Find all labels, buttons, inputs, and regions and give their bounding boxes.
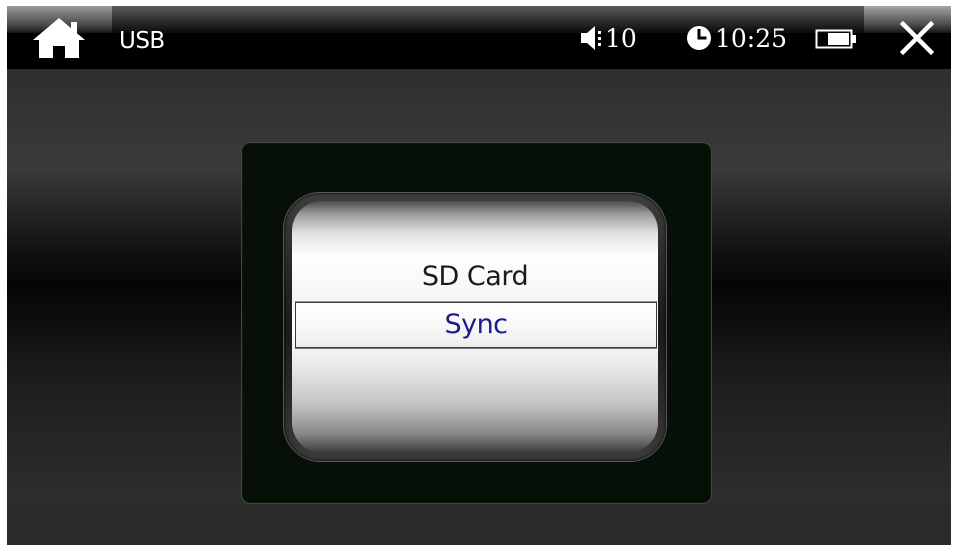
clock-time: 10:25 — [715, 23, 788, 53]
option-wheel[interactable]: SD Card Sync — [292, 201, 658, 453]
option-sd-card[interactable]: SD Card — [292, 257, 658, 297]
home-button[interactable] — [29, 16, 89, 60]
app-title: USB — [119, 28, 165, 54]
option-wheel-frame: SD Card Sync — [284, 193, 666, 461]
clock-icon — [687, 26, 711, 50]
speaker-volume-icon — [581, 26, 601, 50]
clock-indicator: 10:25 — [685, 20, 787, 56]
device-screen: USB 10 10:25 SD Card Sync — [7, 6, 951, 545]
volume-level: 10 — [605, 23, 637, 53]
status-bar: USB 10 10:25 — [7, 6, 951, 69]
storage-select-dialog: SD Card Sync — [241, 142, 712, 504]
close-icon — [899, 20, 935, 56]
home-icon — [33, 18, 85, 58]
volume-indicator[interactable]: 10 — [579, 20, 637, 56]
battery-icon — [815, 29, 856, 49]
close-button[interactable] — [895, 18, 939, 58]
option-sync-selected[interactable]: Sync — [295, 302, 657, 348]
